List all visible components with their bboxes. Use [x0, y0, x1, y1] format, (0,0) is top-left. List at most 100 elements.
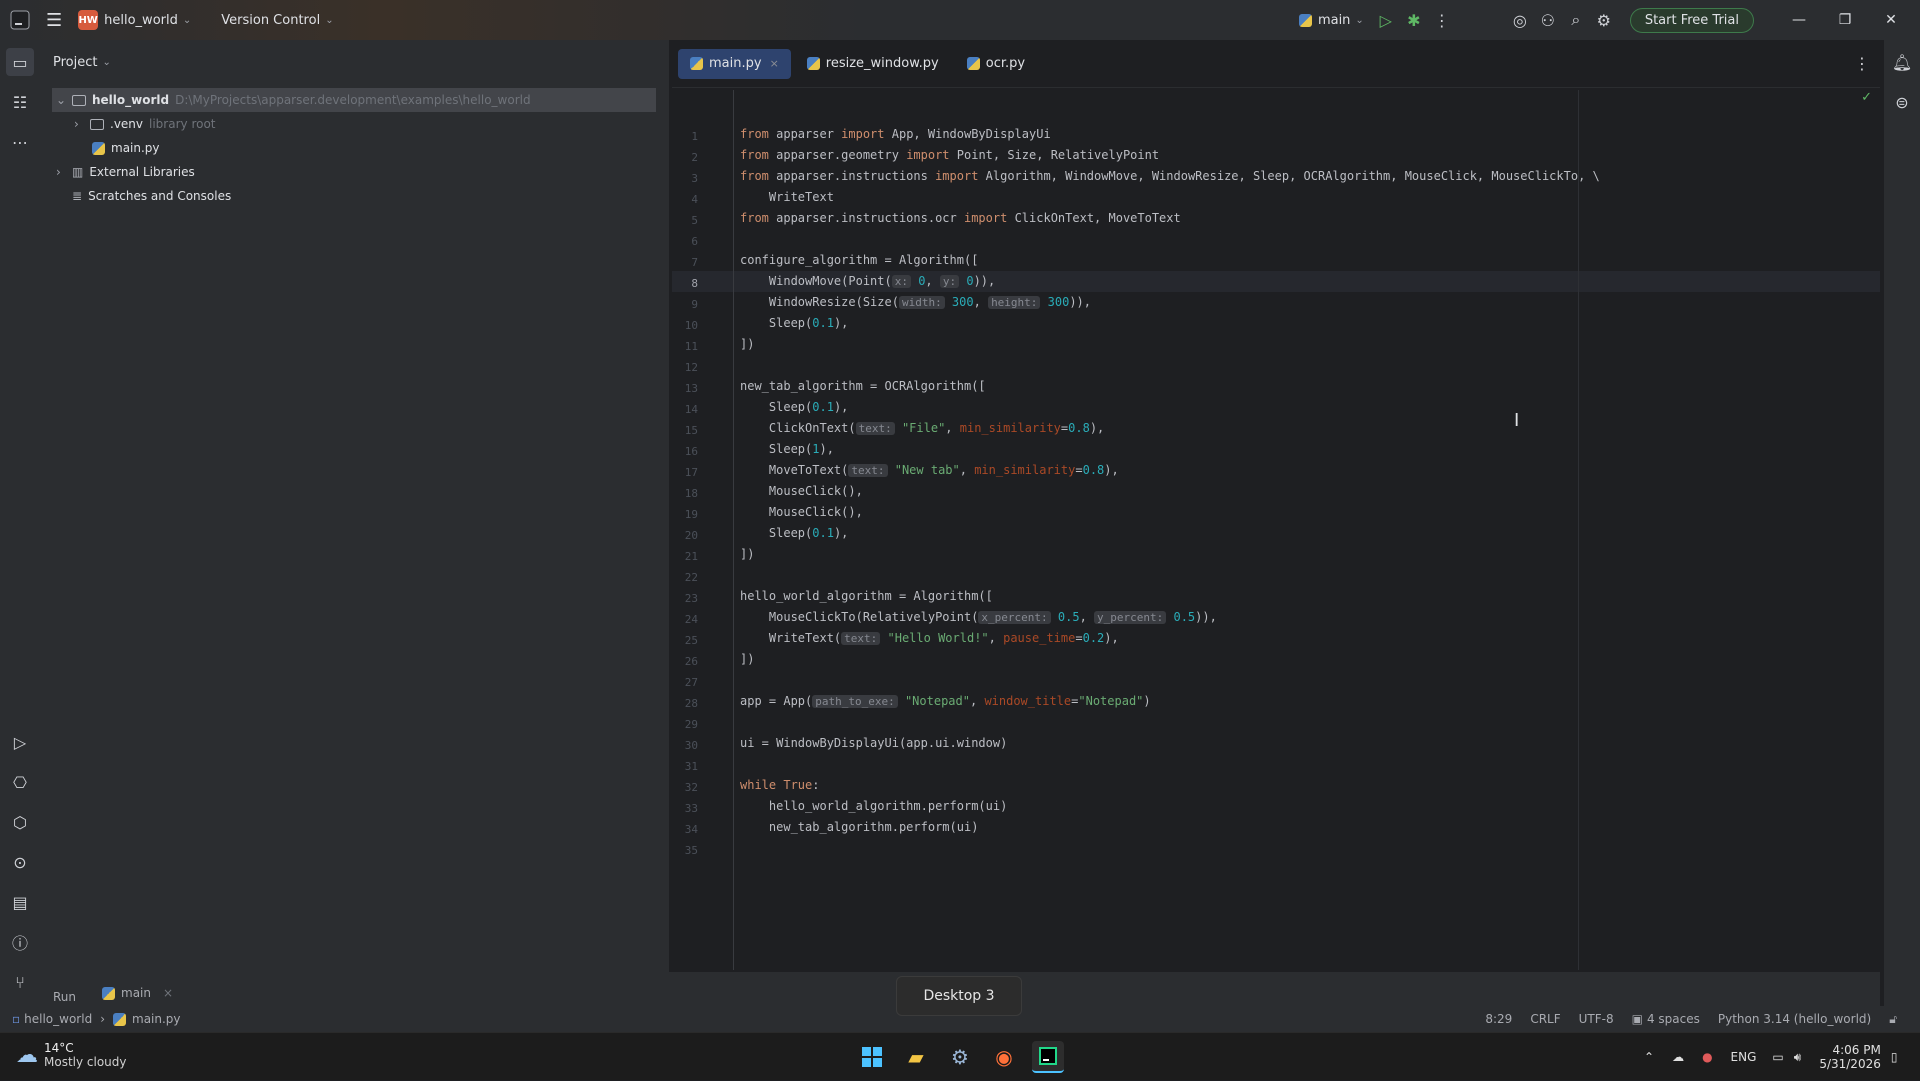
line-number[interactable]: 30 [672, 739, 698, 752]
notifications-bell-icon[interactable]: 🔔︎ [1888, 48, 1916, 76]
search-icon[interactable]: ⌕ [1562, 6, 1590, 34]
line-number[interactable]: 16 [672, 445, 698, 458]
tree-item-hello-world[interactable]: ⌄ hello_world D:\MyProjects\apparser.dev… [52, 88, 656, 112]
run-tab-main[interactable]: main × [102, 986, 173, 1000]
more-tools-icon[interactable]: ⋯ [6, 128, 34, 156]
line-number[interactable]: 13 [672, 382, 698, 395]
line-number[interactable]: 23 [672, 592, 698, 605]
start-windows-icon[interactable] [856, 1041, 888, 1073]
line-number[interactable]: 22 [672, 571, 698, 584]
ai-chat-icon[interactable]: ⊜ [1888, 88, 1916, 116]
tree-item-venv[interactable]: › .venv library root [74, 112, 216, 136]
line-number[interactable]: 12 [672, 361, 698, 374]
indent-setting[interactable]: ▣ 4 spaces [1623, 1012, 1709, 1026]
line-number[interactable]: 11 [672, 340, 698, 353]
line-number[interactable]: 32 [672, 781, 698, 794]
weather-widget[interactable]: ☁ 14°C Mostly cloudy [16, 1041, 127, 1069]
project-folder-icon[interactable]: ▭ [6, 48, 34, 76]
more-actions-icon[interactable]: ⋮ [1428, 6, 1456, 34]
ai-assistant-icon[interactable]: ◎ [1506, 6, 1534, 34]
structure-icon[interactable]: ☷ [6, 88, 34, 116]
line-number[interactable]: 2 [672, 151, 698, 164]
version-control-menu[interactable]: Version Control ⌄ [213, 0, 341, 40]
minimize-icon[interactable]: — [1776, 12, 1822, 28]
python-packages-icon[interactable]: ⬡ [6, 808, 34, 836]
library-icon: ▥ [72, 165, 84, 179]
line-number[interactable]: 8 [672, 277, 698, 290]
line-number[interactable]: 20 [672, 529, 698, 542]
line-number[interactable]: 29 [672, 718, 698, 731]
line-number[interactable]: 10 [672, 319, 698, 332]
project-panel-header[interactable]: Project ⌄ [40, 48, 669, 76]
clock[interactable]: 4:06 PM 5/31/2026 [1819, 1043, 1881, 1071]
line-number[interactable]: 33 [672, 802, 698, 815]
file-explorer-icon[interactable]: ▰ [900, 1041, 932, 1073]
line-number[interactable]: 9 [672, 298, 698, 311]
line-number[interactable]: 3 [672, 172, 698, 185]
terminal-icon[interactable]: ▤ [6, 888, 34, 916]
restore-icon[interactable]: ❐ [1822, 12, 1868, 28]
language-indicator[interactable]: ENG [1731, 1050, 1757, 1064]
line-number[interactable]: 31 [672, 760, 698, 773]
line-number[interactable]: 34 [672, 823, 698, 836]
main-menu-icon[interactable]: ☰ [38, 0, 70, 40]
line-number[interactable]: 19 [672, 508, 698, 521]
line-number[interactable]: 18 [672, 487, 698, 500]
line-number[interactable]: 17 [672, 466, 698, 479]
caret-position[interactable]: 8:29 [1476, 1012, 1521, 1026]
tab-resize-window-py[interactable]: resize_window.py [795, 49, 951, 79]
tab-main-py[interactable]: main.py × [678, 48, 791, 79]
close-window-icon[interactable]: ✕ [1868, 12, 1914, 28]
line-number[interactable]: 26 [672, 655, 698, 668]
tab-ocr-py[interactable]: ocr.py [955, 49, 1037, 79]
problems-icon[interactable]: ⓘ [6, 928, 34, 956]
code-with-me-icon[interactable]: ⚇ [1534, 6, 1562, 34]
breadcrumb-project[interactable]: hello_world [24, 1012, 92, 1026]
line-number[interactable]: 15 [672, 424, 698, 437]
tree-item-scratches[interactable]: ≣ Scratches and Consoles [72, 184, 231, 208]
firefox-icon[interactable]: ◉ [988, 1041, 1020, 1073]
line-number[interactable]: 4 [672, 193, 698, 206]
file-encoding[interactable]: UTF-8 [1570, 1012, 1623, 1026]
project-selector[interactable]: HW hello_world ⌄ [70, 0, 199, 40]
git-icon[interactable]: ⑂ [6, 968, 34, 996]
line-number[interactable]: 5 [672, 214, 698, 227]
tab-options-icon[interactable]: ⋮ [1848, 50, 1876, 78]
settings-app-icon[interactable]: ⚙ [944, 1041, 976, 1073]
run-panel-label[interactable]: Run [53, 990, 76, 1004]
start-free-trial-button[interactable]: Start Free Trial [1629, 7, 1754, 33]
line-number[interactable]: 6 [672, 235, 698, 248]
close-tab-icon[interactable]: × [770, 57, 779, 70]
line-number[interactable]: 7 [672, 256, 698, 269]
debug-icon[interactable]: ✱ [1400, 6, 1428, 34]
python-interpreter[interactable]: Python 3.14 (hello_world) [1709, 1012, 1880, 1026]
microphone-icon[interactable]: ● [1702, 1050, 1712, 1064]
breadcrumb-file[interactable]: main.py [132, 1012, 181, 1026]
line-number[interactable]: 14 [672, 403, 698, 416]
line-number[interactable]: 35 [672, 844, 698, 857]
services-icon[interactable]: ⊙ [6, 848, 34, 876]
line-number[interactable]: 25 [672, 634, 698, 647]
close-tab-icon[interactable]: × [163, 986, 173, 1000]
python-console-icon[interactable]: ⎔ [6, 768, 34, 796]
run-tool-icon[interactable]: ▷ [6, 728, 34, 756]
show-hidden-icons-icon[interactable]: ⌃ [1644, 1050, 1654, 1064]
pycharm-taskbar-icon[interactable] [1032, 1041, 1064, 1073]
run-config-selector[interactable]: main ⌄ [1291, 0, 1372, 40]
notification-center-icon[interactable]: ▯ [1891, 1050, 1898, 1064]
line-number[interactable]: 21 [672, 550, 698, 563]
network-icon[interactable]: ▭ [1772, 1050, 1783, 1064]
read-only-lock-icon[interactable]: 🔓︎ [1880, 1012, 1906, 1027]
volume-icon[interactable]: 🔊︎ [1794, 1050, 1802, 1065]
line-number[interactable]: 27 [672, 676, 698, 689]
onedrive-cloud-icon[interactable]: ☁ [1672, 1050, 1684, 1064]
run-icon[interactable]: ▷ [1372, 6, 1400, 34]
line-number[interactable]: 24 [672, 613, 698, 626]
line-separator[interactable]: CRLF [1521, 1012, 1569, 1026]
tree-item-external-libraries[interactable]: › ▥ External Libraries [56, 160, 195, 184]
app-logo-icon[interactable] [0, 0, 38, 40]
line-number[interactable]: 1 [672, 130, 698, 143]
tree-item-main-py[interactable]: main.py [92, 136, 160, 160]
settings-gear-icon[interactable]: ⚙ [1590, 6, 1618, 34]
line-number[interactable]: 28 [672, 697, 698, 710]
